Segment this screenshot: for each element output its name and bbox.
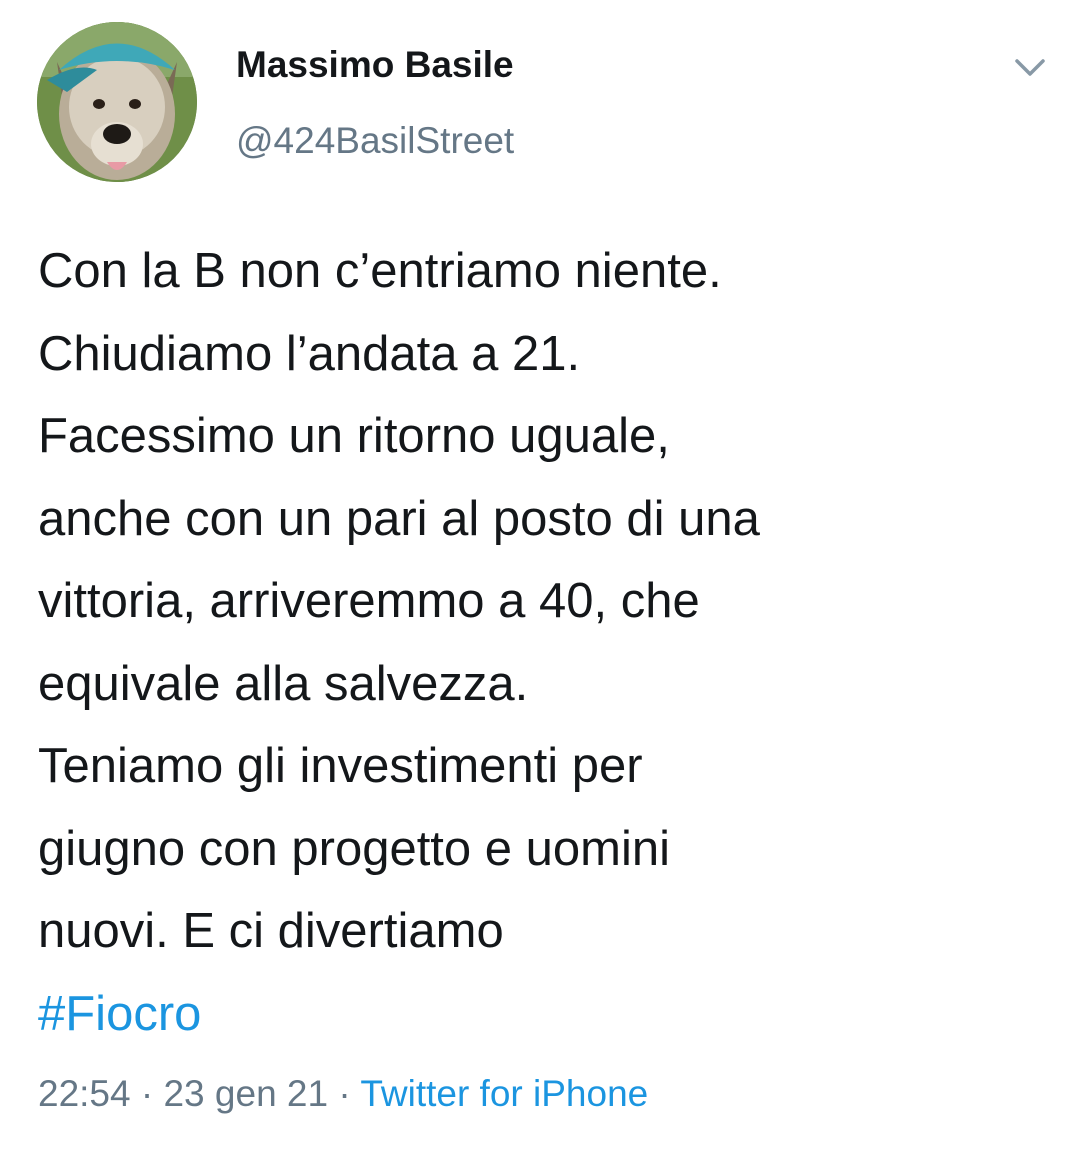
tweet-time: 22:54: [38, 1073, 131, 1114]
display-name[interactable]: Massimo Basile: [236, 44, 514, 86]
tweet-date: 23 gen 21: [163, 1073, 329, 1114]
tweet-line: nuovi. E ci divertiamo: [38, 904, 504, 958]
dog-avatar-image: [37, 22, 197, 182]
tweet-line: Teniamo gli investimenti per: [38, 739, 643, 793]
tweet-line: giugno con progetto e uomini: [38, 821, 670, 876]
hashtag-link[interactable]: #Fiocro: [38, 973, 1048, 1056]
tweet-line: equivale alla salvezza.: [38, 656, 529, 711]
chevron-down-icon[interactable]: [1008, 50, 1052, 84]
tweet-line: vittoria, arriveremmo a 40, che: [38, 574, 700, 628]
tweet-text: Con la B non c’entriamo niente. Chiudiam…: [38, 230, 1048, 1055]
avatar[interactable]: [37, 22, 197, 182]
user-handle[interactable]: @424BasilStreet: [236, 120, 514, 162]
tweet-line: Con la B non c’entriamo niente.: [38, 244, 722, 298]
meta-separator: ·: [130, 1073, 164, 1114]
tweet-line: Chiudiamo l’andata a 21.: [38, 326, 581, 381]
tweet-line: anche con un pari al posto di una: [38, 491, 760, 546]
tweet-meta: 22:54 · 23 gen 21 · Twitter for iPhone: [38, 1073, 648, 1115]
source-link[interactable]: Twitter for iPhone: [360, 1073, 648, 1114]
meta-separator: ·: [328, 1073, 361, 1114]
tweet-line: Facessimo un ritorno uguale,: [38, 409, 670, 463]
